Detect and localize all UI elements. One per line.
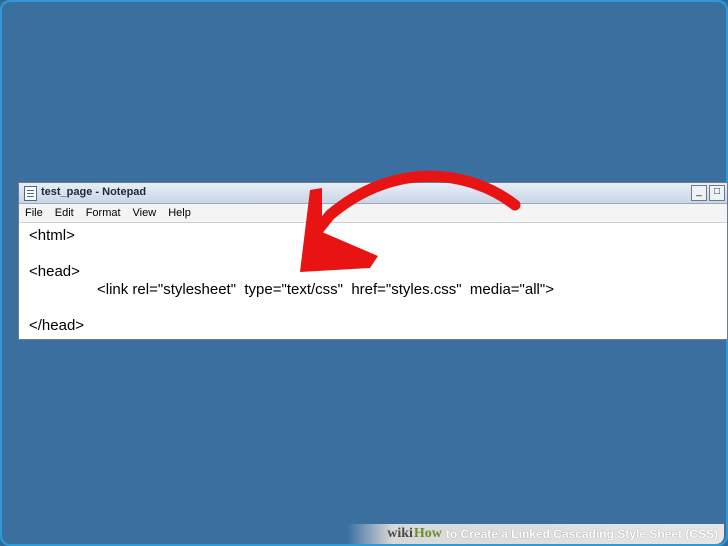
maximize-button[interactable]: □ (709, 185, 725, 201)
text-editor[interactable]: <html> <head> <link rel="stylesheet" typ… (23, 225, 723, 335)
menu-help[interactable]: Help (162, 204, 197, 222)
menu-edit[interactable]: Edit (49, 204, 80, 222)
brand-wiki: wiki (387, 526, 413, 541)
title-bar[interactable]: test_page - Notepad _ □ (19, 183, 727, 204)
minimize-button[interactable]: _ (691, 185, 707, 201)
window-controls: _ □ (691, 185, 725, 201)
menu-view[interactable]: View (127, 204, 163, 222)
banner-title: to Create a Linked Cascading Style Sheet… (445, 527, 718, 541)
notepad-icon (24, 186, 37, 201)
code-line-link: <link rel="stylesheet" type="text/css" h… (97, 281, 554, 298)
brand-how: How (413, 526, 442, 541)
code-line-html-open: <html> (29, 227, 75, 244)
code-line-head-close: </head> (29, 317, 85, 334)
menu-format[interactable]: Format (80, 204, 127, 222)
window-title: test_page - Notepad (41, 186, 147, 198)
menu-bar: File Edit Format View Help (19, 204, 727, 223)
code-line-head-open: <head> (29, 263, 80, 280)
menu-file[interactable]: File (19, 204, 49, 222)
notepad-window: test_page - Notepad _ □ File Edit Format… (18, 182, 728, 340)
wikihow-banner: wiki How to Create a Linked Cascading St… (347, 524, 724, 544)
